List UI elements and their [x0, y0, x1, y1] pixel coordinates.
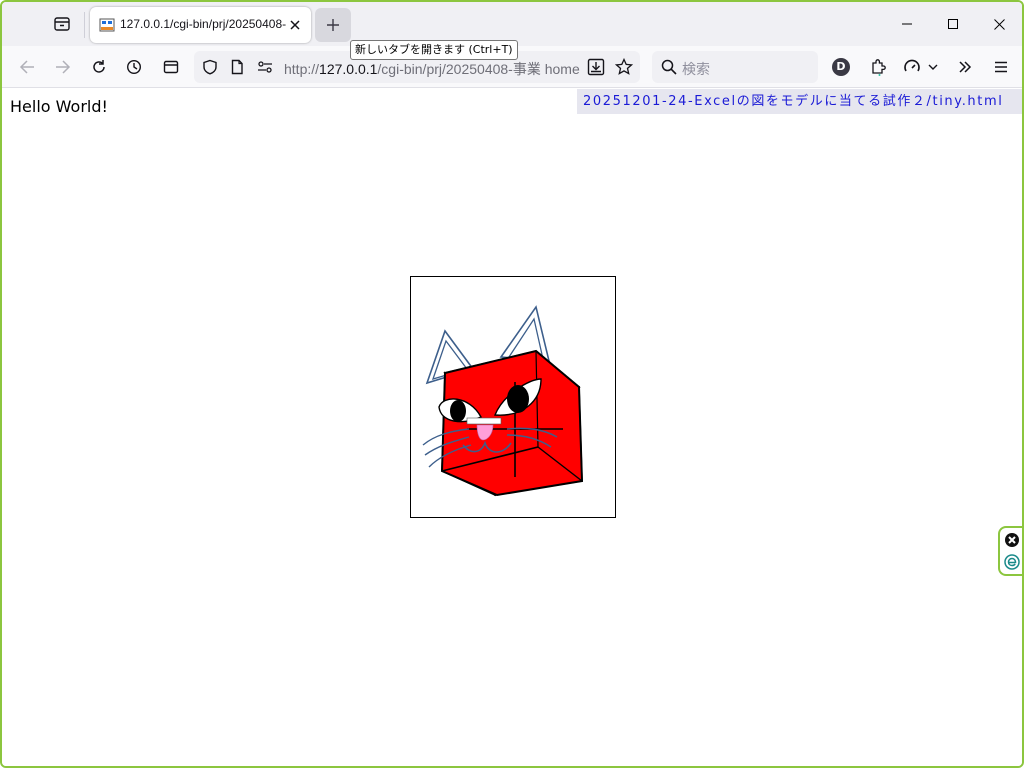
close-window-button[interactable]	[976, 2, 1022, 46]
maximize-icon	[948, 19, 958, 29]
history-button[interactable]	[122, 55, 146, 79]
extension-e-icon[interactable]	[1004, 554, 1020, 570]
back-button[interactable]	[15, 55, 39, 79]
extensions-button[interactable]	[866, 55, 890, 79]
shield-icon	[203, 59, 217, 75]
file-name-banner: 20251201-24-Excelの図をモデルに当てる試作２/tiny.html	[577, 89, 1022, 114]
performance-dropdown[interactable]	[925, 55, 941, 79]
forward-button[interactable]	[51, 55, 75, 79]
search-icon	[661, 59, 677, 75]
side-widget	[998, 526, 1022, 576]
sidebar-icon	[163, 60, 179, 74]
page-icon	[231, 59, 243, 75]
new-tab-tooltip: 新しいタブを開きます (Ctrl+T)	[350, 40, 518, 60]
page-content: Hello World! 20251201-24-Excelの図をモデルに当てる…	[2, 89, 1022, 766]
forward-icon	[56, 60, 71, 74]
url-text[interactable]: http://127.0.0.1/cgi-bin/prj/20250408-事業…	[284, 59, 580, 79]
cat-cube-drawing	[422, 305, 584, 497]
browser-window: 127.0.0.1/cgi-bin/prj/20250408- 新しいタブを開き…	[0, 0, 1024, 768]
save-page-button[interactable]	[587, 58, 605, 76]
chevron-down-icon	[928, 64, 938, 70]
star-icon	[615, 58, 633, 75]
tab-separator	[84, 12, 85, 38]
reload-icon	[93, 60, 105, 73]
page-info-button[interactable]	[228, 58, 246, 76]
plus-icon	[327, 19, 339, 31]
tracking-protection-button[interactable]	[201, 58, 219, 76]
overflow-icon	[959, 61, 972, 73]
performance-button[interactable]	[900, 55, 924, 79]
tab-active[interactable]: 127.0.0.1/cgi-bin/prj/20250408-	[90, 7, 311, 43]
tab-list-button[interactable]	[50, 12, 74, 36]
menu-icon	[995, 61, 1007, 73]
url-path: /cgi-bin/prj/20250408-事業 home	[377, 61, 580, 77]
back-icon	[19, 60, 34, 74]
app-menu-button[interactable]	[989, 55, 1013, 79]
url-prefix: http://	[284, 61, 320, 77]
search-bar[interactable]: 検索	[652, 51, 818, 83]
new-tab-button[interactable]	[315, 8, 351, 42]
tab-close-button[interactable]	[286, 16, 304, 34]
minimize-button[interactable]	[884, 2, 930, 46]
performance-icon	[904, 59, 920, 72]
tab-title: 127.0.0.1/cgi-bin/prj/20250408-	[120, 17, 286, 31]
minimize-icon	[902, 23, 912, 25]
site-favicon-icon	[99, 18, 115, 32]
extensions-icon	[872, 59, 886, 76]
tab-list-icon	[54, 17, 70, 31]
download-icon	[587, 58, 605, 76]
url-host: 127.0.0.1	[319, 61, 378, 77]
cube-face-main	[440, 349, 584, 497]
close-widget-icon[interactable]	[1004, 532, 1020, 548]
maximize-button[interactable]	[930, 2, 976, 46]
permissions-icon	[258, 61, 272, 73]
sidebar-button[interactable]	[159, 55, 183, 79]
reload-button[interactable]	[87, 55, 111, 79]
permissions-button[interactable]	[256, 58, 274, 76]
search-placeholder: 検索	[682, 62, 710, 78]
bookmark-button[interactable]	[615, 58, 633, 76]
close-icon	[290, 20, 300, 30]
drawing-canvas	[410, 276, 616, 518]
overflow-menu-button[interactable]	[953, 55, 977, 79]
close-icon	[993, 18, 1005, 30]
account-avatar[interactable]: D	[832, 58, 850, 76]
history-icon	[126, 59, 142, 75]
greeting-text: Hello World!	[10, 97, 108, 116]
window-controls	[884, 2, 1022, 46]
